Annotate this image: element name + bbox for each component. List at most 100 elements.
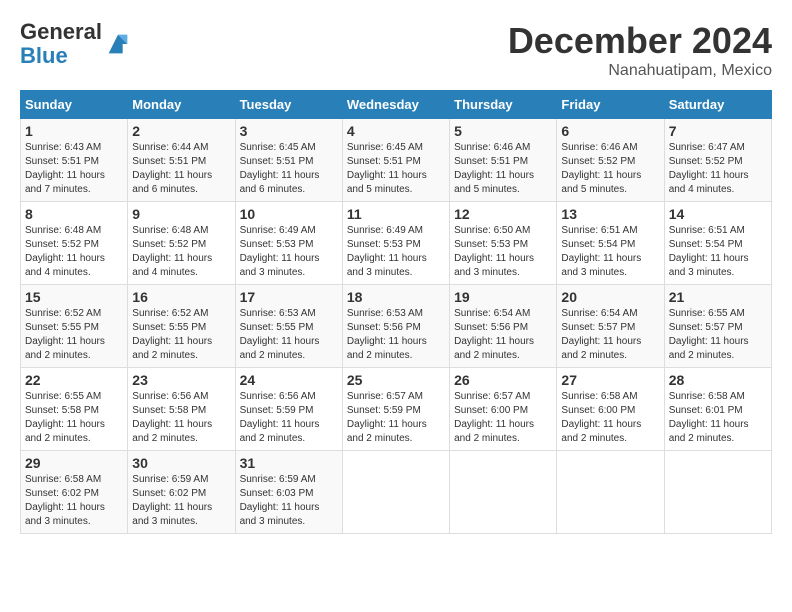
day-number: 2: [132, 123, 230, 139]
calendar-cell: 18 Sunrise: 6:53 AM Sunset: 5:56 PM Dayl…: [342, 285, 449, 368]
day-info: Sunrise: 6:51 AM Sunset: 5:54 PM Dayligh…: [669, 224, 767, 280]
calendar-cell: 26 Sunrise: 6:57 AM Sunset: 6:00 PM Dayl…: [450, 368, 557, 451]
day-info: Sunrise: 6:53 AM Sunset: 5:55 PM Dayligh…: [240, 307, 338, 363]
day-info: Sunrise: 6:56 AM Sunset: 5:59 PM Dayligh…: [240, 390, 338, 446]
sunrise-label: Sunrise: 6:45 AM: [240, 142, 316, 153]
sunset-label: Sunset: 5:59 PM: [347, 405, 421, 416]
sunset-label: Sunset: 6:02 PM: [132, 488, 206, 499]
sunset-label: Sunset: 5:55 PM: [240, 322, 314, 333]
sunset-label: Sunset: 5:57 PM: [669, 322, 743, 333]
day-info: Sunrise: 6:55 AM Sunset: 5:57 PM Dayligh…: [669, 307, 767, 363]
sunrise-label: Sunrise: 6:51 AM: [669, 225, 745, 236]
sunset-label: Sunset: 5:52 PM: [561, 156, 635, 167]
daylight-label: Daylight: 11 hours and 2 minutes.: [669, 419, 749, 444]
daylight-label: Daylight: 11 hours and 3 minutes.: [561, 253, 641, 278]
daylight-label: Daylight: 11 hours and 2 minutes.: [454, 419, 534, 444]
calendar-cell: 15 Sunrise: 6:52 AM Sunset: 5:55 PM Dayl…: [21, 285, 128, 368]
calendar-cell: 9 Sunrise: 6:48 AM Sunset: 5:52 PM Dayli…: [128, 202, 235, 285]
sunrise-label: Sunrise: 6:59 AM: [240, 474, 316, 485]
day-info: Sunrise: 6:48 AM Sunset: 5:52 PM Dayligh…: [132, 224, 230, 280]
calendar-cell: 25 Sunrise: 6:57 AM Sunset: 5:59 PM Dayl…: [342, 368, 449, 451]
sunrise-label: Sunrise: 6:47 AM: [669, 142, 745, 153]
sunrise-label: Sunrise: 6:54 AM: [561, 308, 637, 319]
day-number: 11: [347, 206, 445, 222]
calendar-cell: 1 Sunrise: 6:43 AM Sunset: 5:51 PM Dayli…: [21, 119, 128, 202]
day-header-saturday: Saturday: [664, 91, 771, 119]
day-number: 6: [561, 123, 659, 139]
daylight-label: Daylight: 11 hours and 7 minutes.: [25, 170, 105, 195]
day-header-friday: Friday: [557, 91, 664, 119]
daylight-label: Daylight: 11 hours and 3 minutes.: [669, 253, 749, 278]
calendar-cell: 7 Sunrise: 6:47 AM Sunset: 5:52 PM Dayli…: [664, 119, 771, 202]
daylight-label: Daylight: 11 hours and 3 minutes.: [240, 253, 320, 278]
day-number: 25: [347, 372, 445, 388]
sunrise-label: Sunrise: 6:55 AM: [669, 308, 745, 319]
calendar-cell: [342, 451, 449, 534]
daylight-label: Daylight: 11 hours and 3 minutes.: [132, 502, 212, 527]
day-info: Sunrise: 6:52 AM Sunset: 5:55 PM Dayligh…: [132, 307, 230, 363]
sunset-label: Sunset: 5:53 PM: [454, 239, 528, 250]
title-area: December 2024 Nanahuatipam, Mexico: [508, 20, 772, 80]
sunset-label: Sunset: 5:51 PM: [240, 156, 314, 167]
sunset-label: Sunset: 5:58 PM: [25, 405, 99, 416]
sunset-label: Sunset: 5:54 PM: [669, 239, 743, 250]
sunset-label: Sunset: 5:59 PM: [240, 405, 314, 416]
day-number: 21: [669, 289, 767, 305]
day-number: 5: [454, 123, 552, 139]
daylight-label: Daylight: 11 hours and 2 minutes.: [561, 336, 641, 361]
sunrise-label: Sunrise: 6:49 AM: [347, 225, 423, 236]
sunrise-label: Sunrise: 6:52 AM: [132, 308, 208, 319]
sunset-label: Sunset: 5:51 PM: [25, 156, 99, 167]
day-info: Sunrise: 6:44 AM Sunset: 5:51 PM Dayligh…: [132, 141, 230, 197]
daylight-label: Daylight: 11 hours and 2 minutes.: [25, 336, 105, 361]
day-number: 3: [240, 123, 338, 139]
day-number: 13: [561, 206, 659, 222]
calendar-cell: 2 Sunrise: 6:44 AM Sunset: 5:51 PM Dayli…: [128, 119, 235, 202]
day-number: 1: [25, 123, 123, 139]
day-info: Sunrise: 6:47 AM Sunset: 5:52 PM Dayligh…: [669, 141, 767, 197]
daylight-label: Daylight: 11 hours and 2 minutes.: [132, 336, 212, 361]
sunset-label: Sunset: 6:01 PM: [669, 405, 743, 416]
sunrise-label: Sunrise: 6:48 AM: [25, 225, 101, 236]
page-header: General Blue December 2024 Nanahuatipam,…: [20, 20, 772, 80]
sunrise-label: Sunrise: 6:51 AM: [561, 225, 637, 236]
daylight-label: Daylight: 11 hours and 3 minutes.: [240, 502, 320, 527]
logo-blue-text: Blue: [20, 43, 68, 68]
day-header-tuesday: Tuesday: [235, 91, 342, 119]
location-title: Nanahuatipam, Mexico: [508, 62, 772, 80]
day-number: 17: [240, 289, 338, 305]
calendar-cell: 17 Sunrise: 6:53 AM Sunset: 5:55 PM Dayl…: [235, 285, 342, 368]
daylight-label: Daylight: 11 hours and 6 minutes.: [240, 170, 320, 195]
calendar-cell: 21 Sunrise: 6:55 AM Sunset: 5:57 PM Dayl…: [664, 285, 771, 368]
sunrise-label: Sunrise: 6:58 AM: [669, 391, 745, 402]
sunrise-label: Sunrise: 6:57 AM: [347, 391, 423, 402]
sunset-label: Sunset: 5:51 PM: [132, 156, 206, 167]
day-info: Sunrise: 6:53 AM Sunset: 5:56 PM Dayligh…: [347, 307, 445, 363]
sunset-label: Sunset: 5:55 PM: [25, 322, 99, 333]
day-number: 15: [25, 289, 123, 305]
daylight-label: Daylight: 11 hours and 2 minutes.: [347, 336, 427, 361]
week-row-5: 29 Sunrise: 6:58 AM Sunset: 6:02 PM Dayl…: [21, 451, 772, 534]
sunset-label: Sunset: 5:56 PM: [347, 322, 421, 333]
day-number: 4: [347, 123, 445, 139]
day-info: Sunrise: 6:59 AM Sunset: 6:03 PM Dayligh…: [240, 473, 338, 529]
sunset-label: Sunset: 5:53 PM: [240, 239, 314, 250]
day-info: Sunrise: 6:49 AM Sunset: 5:53 PM Dayligh…: [240, 224, 338, 280]
sunrise-label: Sunrise: 6:54 AM: [454, 308, 530, 319]
day-number: 27: [561, 372, 659, 388]
day-number: 18: [347, 289, 445, 305]
day-number: 22: [25, 372, 123, 388]
daylight-label: Daylight: 11 hours and 2 minutes.: [240, 419, 320, 444]
calendar-cell: [557, 451, 664, 534]
day-info: Sunrise: 6:49 AM Sunset: 5:53 PM Dayligh…: [347, 224, 445, 280]
calendar-cell: 5 Sunrise: 6:46 AM Sunset: 5:51 PM Dayli…: [450, 119, 557, 202]
sunrise-label: Sunrise: 6:53 AM: [240, 308, 316, 319]
sunrise-label: Sunrise: 6:56 AM: [132, 391, 208, 402]
day-info: Sunrise: 6:46 AM Sunset: 5:52 PM Dayligh…: [561, 141, 659, 197]
day-info: Sunrise: 6:59 AM Sunset: 6:02 PM Dayligh…: [132, 473, 230, 529]
calendar-cell: [664, 451, 771, 534]
calendar-cell: 29 Sunrise: 6:58 AM Sunset: 6:02 PM Dayl…: [21, 451, 128, 534]
daylight-label: Daylight: 11 hours and 2 minutes.: [132, 419, 212, 444]
logo-general-text: General: [20, 19, 102, 44]
calendar-cell: 31 Sunrise: 6:59 AM Sunset: 6:03 PM Dayl…: [235, 451, 342, 534]
